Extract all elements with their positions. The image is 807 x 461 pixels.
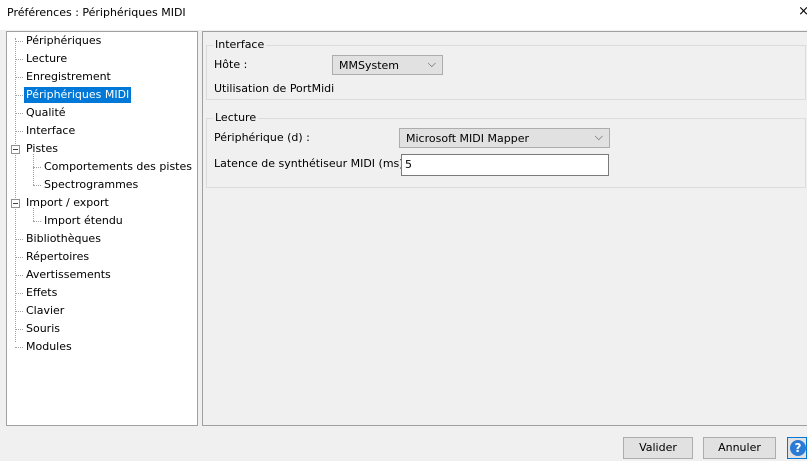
tree-line xyxy=(33,167,41,168)
tree-line xyxy=(15,239,23,240)
tree-line xyxy=(15,275,23,276)
tree-item-interface[interactable]: Interface xyxy=(24,123,77,139)
tree-line xyxy=(15,293,23,294)
tree-item-import-etendu[interactable]: Import étendu xyxy=(42,213,125,229)
tree-line xyxy=(15,38,16,342)
ok-button[interactable]: Valider xyxy=(623,437,693,459)
settings-panel: Interface Hôte : MMSystem ⌵ Utilisation … xyxy=(202,31,807,426)
tree-item-peripheriques[interactable]: Périphériques xyxy=(24,33,103,49)
tree-item-bibliotheques[interactable]: Bibliothèques xyxy=(24,231,103,247)
interface-group-title: Interface xyxy=(213,38,267,51)
host-select-value: MMSystem xyxy=(339,59,400,72)
tree-item-repertoires[interactable]: Répertoires xyxy=(24,249,91,265)
tree-line xyxy=(33,154,34,185)
tree-line xyxy=(33,221,41,222)
tree-item-pistes[interactable]: Pistes xyxy=(24,141,60,157)
tree-item-avertissements[interactable]: Avertissements xyxy=(24,267,113,283)
tree-line xyxy=(15,329,23,330)
title-bar: Préférences : Périphériques MIDI × xyxy=(0,0,807,30)
help-button[interactable]: ? xyxy=(787,437,807,459)
tree-item-peripheriques-midi[interactable]: Périphériques MIDI xyxy=(24,87,132,103)
window-title: Préférences : Périphériques MIDI xyxy=(7,6,186,19)
tree-line xyxy=(15,113,23,114)
tree-item-comportements-des-pistes[interactable]: Comportements des pistes xyxy=(42,159,194,175)
help-icon: ? xyxy=(790,440,806,456)
latency-label: Latence de synthétiseur MIDI (ms) : xyxy=(214,157,411,170)
tree-line xyxy=(15,257,23,258)
tree-line xyxy=(15,41,23,42)
device-select[interactable]: Microsoft MIDI Mapper ⌵ xyxy=(399,128,610,148)
host-label: Hôte : xyxy=(214,58,248,71)
cancel-button[interactable]: Annuler xyxy=(703,437,776,459)
chevron-down-icon: ⌵ xyxy=(427,57,436,70)
tree-item-enregistrement[interactable]: Enregistrement xyxy=(24,69,113,85)
interface-group: Interface Hôte : MMSystem ⌵ Utilisation … xyxy=(206,38,806,100)
tree-line xyxy=(15,77,23,78)
portmidi-text: Utilisation de PortMidi xyxy=(214,82,335,95)
device-select-value: Microsoft MIDI Mapper xyxy=(406,132,529,145)
playback-group: Lecture Périphérique (d) : Microsoft MID… xyxy=(206,111,806,188)
tree-line xyxy=(15,95,23,96)
tree-line xyxy=(15,59,23,60)
chevron-down-icon: ⌵ xyxy=(594,130,603,143)
tree-item-clavier[interactable]: Clavier xyxy=(24,303,66,319)
host-select[interactable]: MMSystem ⌵ xyxy=(332,55,443,75)
tree-item-import-export[interactable]: Import / export xyxy=(24,195,111,211)
tree-item-lecture[interactable]: Lecture xyxy=(24,51,69,67)
tree-item-modules[interactable]: Modules xyxy=(24,339,74,355)
tree-item-effets[interactable]: Effets xyxy=(24,285,59,301)
tree-item-spectrogrammes[interactable]: Spectrogrammes xyxy=(42,177,140,193)
collapse-icon[interactable] xyxy=(11,145,20,154)
category-tree[interactable]: Périphériques Lecture Enregistrement Pér… xyxy=(6,31,198,426)
playback-group-title: Lecture xyxy=(213,111,259,124)
tree-item-souris[interactable]: Souris xyxy=(24,321,62,337)
collapse-icon[interactable] xyxy=(11,199,20,208)
latency-input-value: 5 xyxy=(405,158,412,171)
latency-input[interactable]: 5 xyxy=(401,154,609,176)
device-label: Périphérique (d) : xyxy=(214,131,310,144)
tree-line xyxy=(33,185,41,186)
close-icon[interactable]: × xyxy=(798,4,807,19)
tree-line xyxy=(15,131,23,132)
tree-line xyxy=(15,347,23,348)
tree-line xyxy=(15,311,23,312)
tree-item-qualite[interactable]: Qualité xyxy=(24,105,68,121)
